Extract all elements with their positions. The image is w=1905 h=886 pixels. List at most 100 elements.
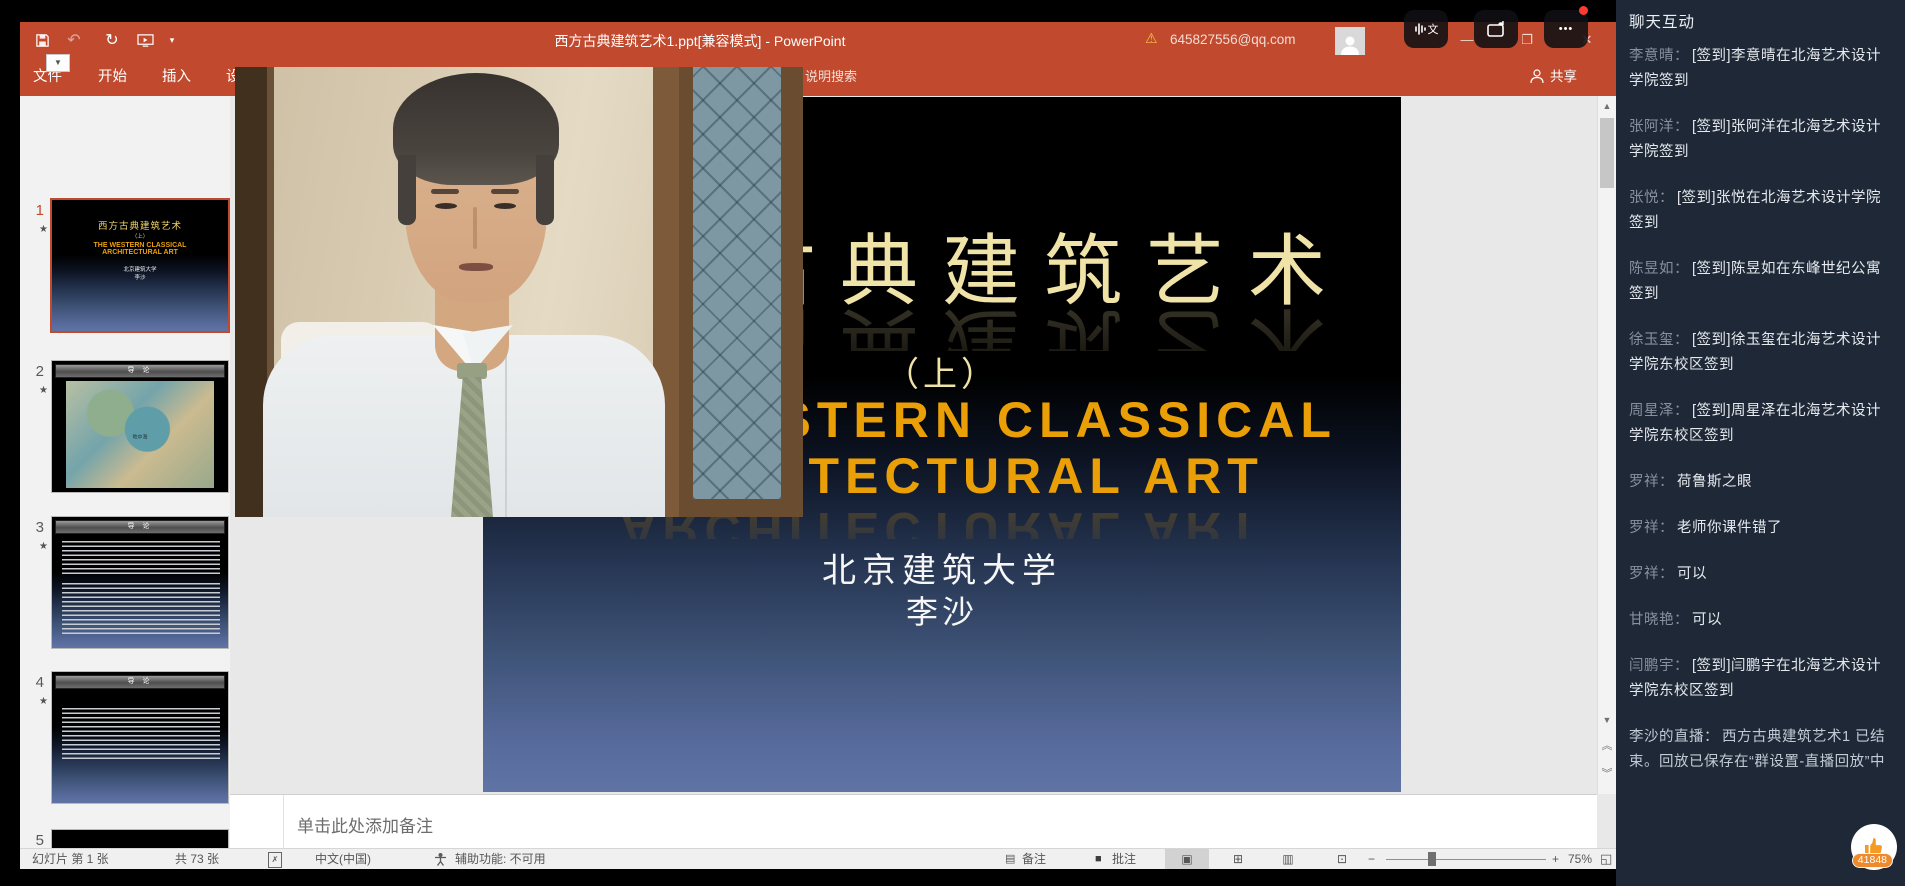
view-normal-button[interactable]: ▣ <box>1165 849 1209 869</box>
slide-thumbnail-4[interactable]: 导 论 <box>52 672 228 803</box>
slide-position: 幻灯片 第 1 张 <box>32 849 109 869</box>
next-slide-button[interactable]: ︾ <box>1598 764 1616 784</box>
account-email[interactable]: 645827556@qq.com <box>1170 32 1296 47</box>
thumb1-title: 西方古典建筑艺术 <box>52 218 228 232</box>
like-count-badge: 41848 <box>1852 853 1893 868</box>
share-button[interactable]: 共享 <box>1550 58 1577 96</box>
window-title: 西方古典建筑艺术1.ppt[兼容模式] - PowerPoint <box>480 31 920 51</box>
share-person-icon <box>1530 69 1544 89</box>
thumb3-text-block <box>62 583 220 635</box>
thumb2-header: 导 论 <box>55 364 225 378</box>
view-sorter-button[interactable]: ⊞ <box>1216 849 1260 869</box>
slide-number-5: 5 <box>24 832 44 848</box>
eyebrow <box>431 189 459 194</box>
save-icon[interactable] <box>30 22 54 58</box>
zoom-slider-thumb[interactable] <box>1428 852 1436 866</box>
nose <box>473 207 477 249</box>
scroll-up-icon[interactable]: ▲ <box>1598 96 1616 116</box>
thumb3-text-block <box>62 541 220 577</box>
notes-toggle[interactable]: 备注 <box>1022 849 1046 869</box>
chat-message: 闫鹏宇：[签到]闫鹏宇在北海艺术设计学院东校区签到 <box>1629 654 1891 704</box>
animation-star-icon: ★ <box>28 541 48 552</box>
thumb1-en1: THE WESTERN CLASSICAL <box>52 242 228 249</box>
comments-toggle[interactable]: 批注 <box>1112 849 1136 869</box>
voice-to-text-button[interactable]: 文 <box>1404 10 1448 48</box>
slideshow-icon[interactable] <box>132 22 158 58</box>
fit-to-window-icon[interactable]: ◱ <box>1600 849 1612 869</box>
chat-message: 徐玉玺：[签到]徐玉玺在北海艺术设计学院东校区签到 <box>1629 328 1891 378</box>
chat-title: 聊天互动 <box>1629 10 1695 32</box>
view-slideshow-button[interactable]: ⊡ <box>1320 849 1364 869</box>
screen: ↶ ↻ ▾ 西方古典建筑艺术1.ppt[兼容模式] - PowerPoint ⚠… <box>0 0 1905 886</box>
chat-message: 甘晓艳：可以 <box>1629 608 1891 633</box>
notes-icon: ▤ <box>1005 849 1015 869</box>
tie-knot <box>457 363 487 379</box>
zoom-in-button[interactable]: + <box>1552 849 1559 869</box>
slide-org: 北京建筑大学 <box>483 543 1401 592</box>
scrollbar-thumb[interactable] <box>1600 118 1614 188</box>
thumb1-subtitle: （上） <box>52 232 228 240</box>
animation-star-icon: ★ <box>28 385 48 396</box>
vertical-scrollbar[interactable]: ▲ ▼ ︽ ︾ <box>1597 96 1616 794</box>
chat-message: 陈昱如：[签到]陈昱如在东峰世纪公寓签到 <box>1629 257 1891 307</box>
status-bar: 幻灯片 第 1 张 共 73 张 ✗ 中文(中国) 辅助功能: 不可用 ▤ 备注… <box>20 848 1618 869</box>
slide-number-4: 4 <box>24 674 44 691</box>
hair-side <box>536 155 554 225</box>
scroll-down-icon[interactable]: ▼ <box>1598 710 1616 730</box>
slide-thumbnail-3[interactable]: 导 论 <box>52 517 228 648</box>
spell-check-icon[interactable]: ✗ <box>268 852 282 868</box>
thumb1-org: 北京建筑大学 <box>52 265 228 273</box>
undo-icon[interactable]: ↶ <box>62 22 86 58</box>
slide-thumbnail-5[interactable]: 古埃及 古希腊 古罗马 拜占庭 罗 曼 哥 特 文艺复兴 巴洛克 洛可可 新古典… <box>52 830 228 848</box>
lattice-window <box>693 67 781 499</box>
chat-message: 罗祥：老师你课件错了 <box>1629 516 1891 541</box>
warning-icon: ⚠ <box>1145 30 1158 47</box>
avatar[interactable] <box>1335 27 1365 55</box>
slide-number-1: 1 <box>24 202 44 219</box>
zoom-level[interactable]: 75% <box>1568 849 1592 869</box>
mouth <box>459 263 493 271</box>
more-icon: ••• <box>1559 23 1574 35</box>
presenter-webcam-video <box>235 67 803 517</box>
comments-icon: ■ <box>1095 849 1102 869</box>
accessibility-status[interactable]: 辅助功能: 不可用 <box>455 849 546 869</box>
chat-message-list[interactable]: 李意晴：[签到]李意晴在北海艺术设计学院签到 张阿洋：[签到]张阿洋在北海艺术设… <box>1629 44 1891 775</box>
zoom-slider-track[interactable] <box>1386 859 1546 860</box>
thumb4-text-block <box>62 708 220 762</box>
eyebrow <box>491 189 519 194</box>
previous-slide-button[interactable]: ︽ <box>1598 736 1616 756</box>
system-message: 李沙的直播：西方古典建筑艺术1 已结束。回放已保存在“群设置-直播回放”中 <box>1629 725 1891 775</box>
more-options-button[interactable]: ••• <box>1544 10 1588 48</box>
window-restore-button[interactable] <box>1474 10 1518 48</box>
chat-message: 李意晴：[签到]李意晴在北海艺术设计学院签到 <box>1629 44 1891 94</box>
tell-me-search[interactable]: 说明搜索 <box>805 58 857 96</box>
thumb1-en2: ARCHITECTURAL ART <box>52 249 228 256</box>
redo-icon[interactable]: ↻ <box>100 22 124 58</box>
chat-message: 张悦：[签到]张悦在北海艺术设计学院签到 <box>1629 186 1891 236</box>
view-reading-button[interactable]: ▥ <box>1266 849 1310 869</box>
eye <box>494 203 516 209</box>
chat-panel: 聊天互动 李意晴：[签到]李意晴在北海艺术设计学院签到 张阿洋：[签到]张阿洋在… <box>1616 0 1905 886</box>
tab-insert[interactable]: 插入 <box>162 58 191 96</box>
notes-pane[interactable]: 单击此处添加备注 <box>230 794 1597 849</box>
slide-thumbnail-1[interactable]: 西方古典建筑艺术 （上） THE WESTERN CLASSICAL ARCHI… <box>52 200 228 331</box>
thumb4-header: 导 论 <box>55 675 225 689</box>
map-image: 地中海 <box>66 381 214 488</box>
tab-home[interactable]: 开始 <box>98 58 127 96</box>
language-status[interactable]: 中文(中国) <box>315 849 371 869</box>
slide-number-2: 2 <box>24 363 44 380</box>
animation-star-icon: ★ <box>28 696 48 707</box>
notes-placeholder[interactable]: 单击此处添加备注 <box>297 812 433 837</box>
animation-star-icon: ★ <box>28 224 48 235</box>
notification-dot <box>1579 6 1588 15</box>
like-button[interactable]: 41848 <box>1851 824 1897 870</box>
slide-thumbnail-2[interactable]: 导 论 地中海 <box>52 361 228 492</box>
thumb3-header: 导 论 <box>55 520 225 534</box>
qat-dropdown-icon[interactable]: ▾ <box>164 22 180 58</box>
shirt-seam <box>505 335 507 517</box>
zoom-out-button[interactable]: − <box>1368 849 1375 869</box>
chat-message: 罗祥：荷鲁斯之眼 <box>1629 470 1891 495</box>
chat-message: 张阿洋：[签到]张阿洋在北海艺术设计学院签到 <box>1629 115 1891 165</box>
collapse-panel-button[interactable]: ▼ <box>46 54 70 72</box>
slide-total: 共 73 张 <box>175 849 219 869</box>
